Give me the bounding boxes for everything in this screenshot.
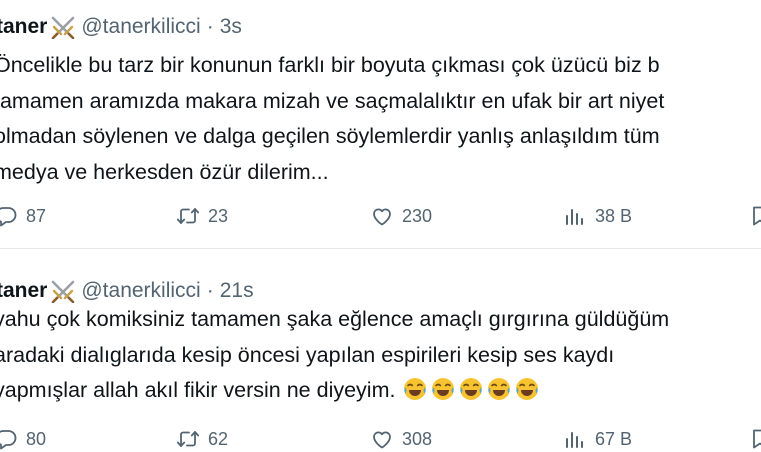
- views-icon: [563, 204, 587, 228]
- emoji-group: [403, 377, 539, 401]
- tweet-text-line: tamamen aramızda makara mizah ve saçmala…: [0, 88, 665, 113]
- retweet-button[interactable]: 62: [176, 426, 228, 452]
- separator: ·: [206, 279, 214, 302]
- like-button[interactable]: 308: [370, 426, 432, 452]
- views-button[interactable]: 67 B: [563, 426, 632, 452]
- tweet-text: yahu çok komiksiniz tamamen şaka eğlence…: [0, 302, 761, 409]
- author-name[interactable]: taner: [0, 15, 47, 39]
- action-bar: 80 62 308 67 B: [0, 426, 761, 452]
- timestamp[interactable]: 21s: [220, 279, 254, 303]
- bookmark-icon: [748, 204, 761, 228]
- tweet-text-line: yahu çok komiksiniz tamamen şaka eğlence…: [0, 307, 670, 331]
- heart-icon: [370, 427, 394, 451]
- tweet-text: Öncelikle bu tarz bir konunun farklı bir…: [0, 48, 761, 190]
- retweet-icon: [176, 204, 200, 228]
- tweet-text-segment: yapmışlar allah akıl fikir versin ne diy…: [0, 378, 396, 402]
- face-with-tears-of-joy-icon: [431, 377, 455, 401]
- tweet-2[interactable]: taner @tanerkilicci · 21s yahu çok komik…: [0, 262, 761, 449]
- crossed-swords-icon: [49, 15, 77, 39]
- face-with-tears-of-joy-icon: [459, 377, 483, 401]
- tweet-text-line: Öncelikle bu tarz bir konunun farklı bir…: [0, 53, 660, 77]
- reply-button[interactable]: 80: [0, 426, 46, 452]
- tweet-header: taner @tanerkilicci · 3s: [0, 12, 242, 42]
- timestamp[interactable]: 3s: [220, 15, 242, 39]
- retweet-count: 62: [208, 428, 229, 449]
- retweet-count: 23: [208, 205, 229, 226]
- separator: ·: [206, 15, 214, 38]
- reply-count: 87: [26, 205, 47, 226]
- author-handle[interactable]: @tanerkilicci: [81, 279, 200, 303]
- crossed-swords-icon: [49, 279, 77, 303]
- retweet-icon: [176, 427, 200, 451]
- face-with-tears-of-joy-icon: [403, 377, 427, 401]
- face-with-tears-of-joy-icon: [515, 377, 539, 401]
- views-button[interactable]: 38 B: [563, 203, 632, 229]
- author-name[interactable]: taner: [0, 279, 47, 303]
- reply-icon: [0, 427, 18, 451]
- tweet-text-line: medya ve herkesden özür dilerim...: [0, 159, 329, 184]
- like-count: 308: [402, 428, 433, 449]
- tweet-text-line: olmadan söylenen ve dalga geçilen söylem…: [0, 124, 660, 148]
- tweet-1[interactable]: taner @tanerkilicci · 3s Öncelikle bu ta…: [0, 0, 761, 245]
- author-handle[interactable]: @tanerkilicci: [81, 15, 200, 39]
- heart-icon: [370, 204, 394, 228]
- tweet-text-line: yapmışlar allah akıl fikir versin ne diy…: [0, 373, 761, 409]
- like-button[interactable]: 230: [370, 203, 432, 229]
- views-icon: [563, 427, 587, 451]
- views-count: 38 B: [595, 205, 633, 226]
- like-count: 230: [402, 205, 433, 226]
- face-with-tears-of-joy-icon: [487, 377, 511, 401]
- bookmark-button[interactable]: [748, 203, 761, 229]
- reply-button[interactable]: 87: [0, 203, 46, 229]
- reply-count: 80: [26, 428, 47, 449]
- bookmark-button[interactable]: [748, 426, 761, 452]
- tweet-divider: [0, 248, 761, 249]
- tweet-text-line: aradaki dialıglarıda kesip öncesi yapıla…: [0, 342, 615, 367]
- retweet-button[interactable]: 23: [176, 203, 228, 229]
- bookmark-icon: [748, 427, 761, 451]
- views-count: 67 B: [595, 428, 633, 449]
- action-bar: 87 23 230 38 B: [0, 203, 761, 229]
- reply-icon: [0, 204, 18, 228]
